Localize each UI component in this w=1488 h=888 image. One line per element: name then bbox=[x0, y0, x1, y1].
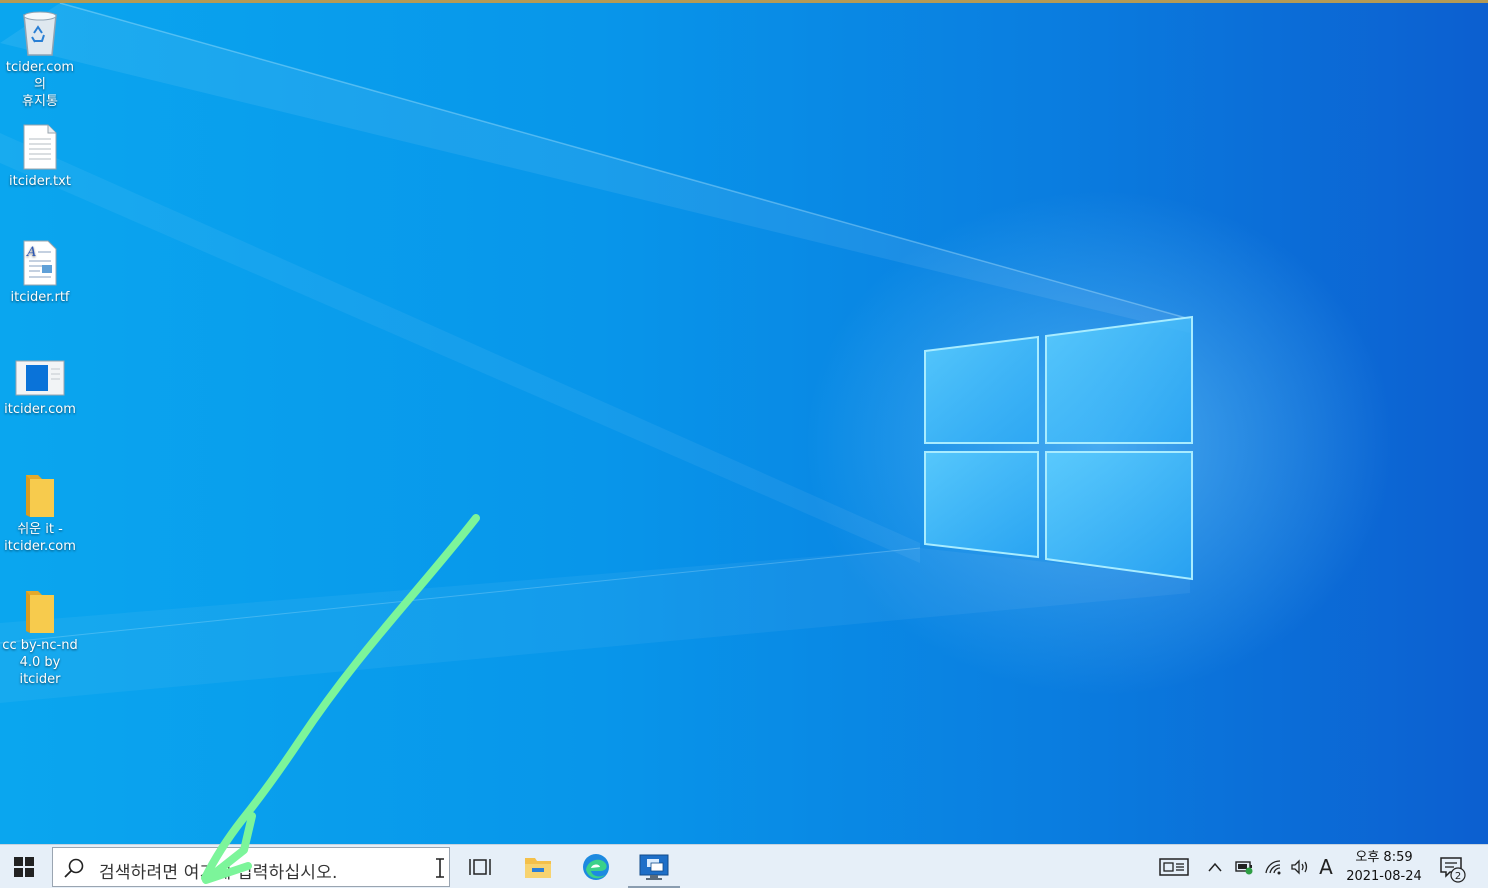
notification-icon: 2 bbox=[1440, 857, 1466, 883]
desktop-icon-label: cc by-nc-nd 4.0 by itcider bbox=[2, 638, 78, 687]
desktop-icon-label: itcider.com bbox=[4, 402, 76, 417]
remote-desktop-icon bbox=[639, 854, 669, 880]
file-explorer-button[interactable] bbox=[510, 845, 566, 888]
folder-icon bbox=[26, 591, 54, 633]
desktop-icon-itcider-rtf[interactable]: A itcider.rtf bbox=[0, 239, 80, 306]
news-widget-button[interactable] bbox=[1156, 853, 1192, 881]
folder-icon bbox=[26, 475, 54, 517]
task-view-icon bbox=[469, 858, 491, 875]
wallpaper bbox=[0, 3, 1193, 703]
taskbar: 검색하려면 여기에 입력하십시오. A 오후 8:59 2021-08-24 2 bbox=[0, 844, 1488, 888]
desktop-icon-itcider-txt[interactable]: itcider.txt bbox=[0, 123, 80, 190]
edge-icon bbox=[583, 853, 609, 880]
text-file-icon bbox=[23, 124, 57, 170]
svg-text:A: A bbox=[26, 245, 36, 260]
notification-count: 2 bbox=[1455, 871, 1461, 882]
chevron-up-icon bbox=[1208, 862, 1222, 872]
desktop-icon-label: itcider.rtf bbox=[10, 290, 70, 305]
search-icon bbox=[64, 858, 84, 878]
battery-button[interactable] bbox=[1232, 853, 1258, 881]
web-shortcut-icon bbox=[15, 360, 65, 396]
news-icon bbox=[1159, 858, 1189, 876]
desktop-icon-label: 쉬운 it - itcider.com bbox=[4, 522, 76, 554]
rtf-file-icon: A bbox=[23, 240, 57, 286]
search-placeholder: 검색하려면 여기에 입력하십시오. bbox=[99, 863, 338, 883]
input-method-button[interactable]: A bbox=[1314, 853, 1338, 881]
notification-center-button[interactable]: 2 bbox=[1434, 853, 1468, 883]
show-hidden-icons-button[interactable] bbox=[1204, 853, 1226, 881]
network-button[interactable] bbox=[1262, 853, 1286, 881]
desktop-icon-recycle-bin[interactable]: tcider.com의 휴지통 bbox=[0, 9, 80, 110]
taskbar-search-box[interactable]: 검색하려면 여기에 입력하십시오. bbox=[52, 847, 450, 887]
desktop-icon-folder-itcider[interactable]: 쉬운 it - itcider.com bbox=[0, 471, 80, 555]
clock[interactable]: 오후 8:59 2021-08-24 bbox=[1340, 848, 1428, 886]
input-method-label: A bbox=[1319, 855, 1333, 879]
volume-icon bbox=[1291, 859, 1308, 875]
clock-date: 2021-08-24 bbox=[1346, 869, 1422, 884]
start-button[interactable] bbox=[0, 845, 48, 888]
desktop: tcider.com의 휴지통 itcider.txt A itcider.rt… bbox=[0, 0, 1488, 844]
battery-charging-icon bbox=[1235, 861, 1253, 875]
windows-start-icon bbox=[14, 856, 34, 877]
clock-time: 오후 8:59 bbox=[1355, 850, 1413, 865]
remote-desktop-button[interactable] bbox=[626, 845, 682, 888]
recycle-bin-icon bbox=[23, 11, 57, 56]
file-explorer-icon bbox=[525, 857, 551, 878]
text-cursor-icon bbox=[436, 858, 444, 878]
wifi-icon bbox=[1265, 860, 1281, 875]
desktop-icon-itcider-com[interactable]: itcider.com bbox=[0, 357, 80, 418]
task-view-button[interactable] bbox=[452, 845, 508, 888]
desktop-icon-label: tcider.com의 휴지통 bbox=[5, 60, 75, 109]
windows-logo bbox=[924, 315, 1193, 581]
desktop-icon-label: itcider.txt bbox=[9, 174, 71, 189]
desktop-icon-folder-cc[interactable]: cc by-nc-nd 4.0 by itcider bbox=[0, 587, 80, 688]
edge-button[interactable] bbox=[568, 845, 624, 888]
volume-button[interactable] bbox=[1288, 853, 1312, 881]
